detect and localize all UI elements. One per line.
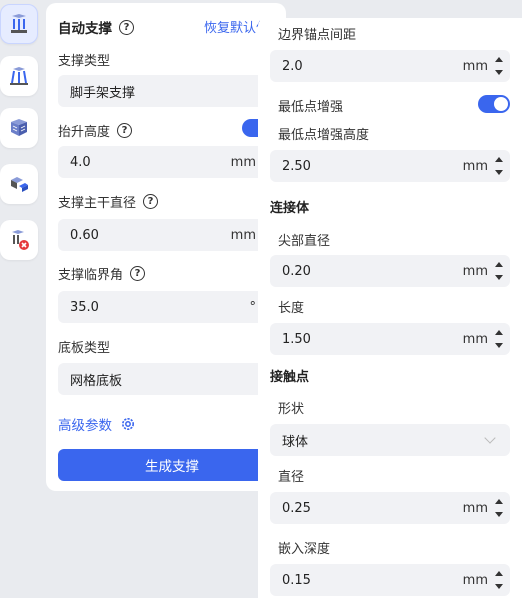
border-anchor-spacing-input[interactable]: 2.0 mm bbox=[270, 50, 510, 82]
support-edit-tool[interactable] bbox=[0, 164, 38, 204]
stepper-arrows-icon[interactable] bbox=[494, 568, 504, 592]
diameter-label: 直径 bbox=[278, 470, 305, 485]
stepper-arrows-icon[interactable] bbox=[494, 154, 504, 178]
support-type-label: 支撑类型 bbox=[58, 54, 111, 69]
diameter-input[interactable]: 0.25 mm bbox=[270, 492, 510, 524]
help-icon[interactable]: ? bbox=[117, 123, 133, 138]
tip-diameter-label: 尖部直径 bbox=[278, 234, 331, 249]
tip-diameter-input[interactable]: 0.20 mm bbox=[270, 255, 510, 287]
support-delete-icon bbox=[12, 230, 29, 250]
trunk-diameter-label: 支撑主干直径 ? bbox=[58, 192, 159, 211]
shape-label: 形状 bbox=[278, 402, 305, 417]
manual-support-tool[interactable] bbox=[0, 56, 38, 96]
embed-depth-label: 嵌入深度 bbox=[278, 542, 331, 557]
gear-icon bbox=[122, 418, 134, 430]
help-icon[interactable]: ? bbox=[119, 19, 134, 35]
lift-height-label: 抬升高度 ? bbox=[58, 121, 133, 140]
lowest-point-reinforce-toggle[interactable] bbox=[478, 95, 510, 113]
advanced-params-panel: 边界锚点间距 2.0 mm 最低点增强 最低点增强高度 2.50 mm 连接体 … bbox=[258, 18, 522, 598]
support-type-select[interactable]: 脚手架支撑 bbox=[58, 75, 286, 107]
delete-support-tool[interactable] bbox=[0, 220, 38, 260]
support-edit-icon bbox=[11, 177, 28, 192]
stepper-arrows-icon[interactable] bbox=[494, 259, 504, 283]
stepper-arrows-icon[interactable] bbox=[494, 54, 504, 78]
support-columns-icon bbox=[11, 14, 27, 33]
stepper-arrows-icon[interactable] bbox=[494, 496, 504, 520]
stepper-arrows-icon[interactable] bbox=[494, 327, 504, 351]
lift-height-input[interactable]: 4.0 mm bbox=[58, 146, 286, 178]
lowest-point-reinforce-label: 最低点增强 bbox=[278, 100, 344, 115]
auto-support-tool[interactable] bbox=[0, 4, 38, 44]
lowest-point-height-input[interactable]: 2.50 mm bbox=[270, 150, 510, 182]
border-anchor-spacing-label: 边界锚点间距 bbox=[278, 28, 357, 43]
auto-support-panel: 自动支撑 ? 恢复默认值 支撑类型 脚手架支撑 抬升高度 ? 4.0 mm 支撑… bbox=[46, 3, 286, 491]
trunk-diameter-input[interactable]: 0.60 mm bbox=[58, 219, 286, 251]
help-icon[interactable]: ? bbox=[130, 266, 146, 281]
critical-angle-input[interactable]: 35.0 ° bbox=[58, 291, 286, 323]
connector-section-title: 连接体 bbox=[270, 201, 310, 216]
panel-title: 自动支撑 ? bbox=[58, 17, 134, 37]
base-type-label: 底板类型 bbox=[58, 341, 111, 356]
support-grid-tool[interactable] bbox=[0, 108, 38, 148]
advanced-params-link[interactable]: 高级参数 bbox=[58, 414, 136, 434]
critical-angle-label: 支撑临界角 ? bbox=[58, 264, 146, 283]
contact-section-title: 接触点 bbox=[270, 370, 310, 385]
lowest-point-height-label: 最低点增强高度 bbox=[278, 128, 370, 143]
chevron-down-icon bbox=[484, 432, 496, 444]
embed-depth-input[interactable]: 0.15 mm bbox=[270, 564, 510, 596]
length-label: 长度 bbox=[278, 301, 305, 316]
support-grid-icon bbox=[11, 119, 27, 136]
shape-select[interactable]: 球体 bbox=[270, 424, 510, 456]
length-input[interactable]: 1.50 mm bbox=[270, 323, 510, 355]
support-legs-icon bbox=[10, 67, 28, 85]
base-type-select[interactable]: 网格底板 bbox=[58, 363, 286, 395]
generate-support-button[interactable]: 生成支撑 bbox=[58, 449, 286, 481]
help-icon[interactable]: ? bbox=[143, 194, 159, 209]
